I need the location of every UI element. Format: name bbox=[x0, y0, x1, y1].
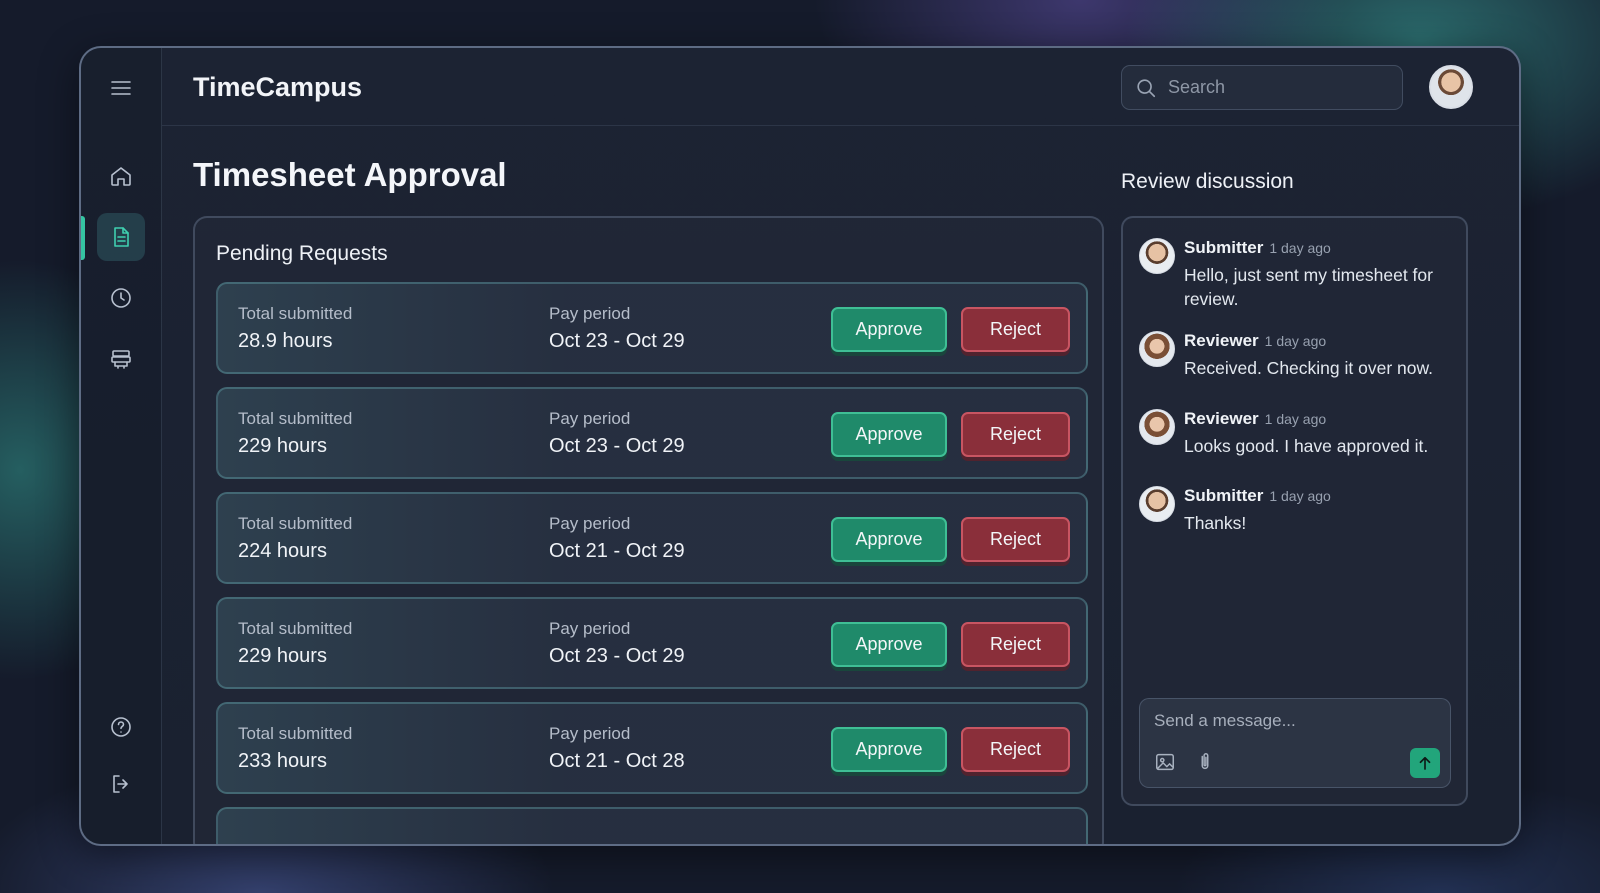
approve-button[interactable]: Approve bbox=[831, 727, 947, 772]
search-icon bbox=[1137, 78, 1156, 97]
reject-button[interactable]: Reject bbox=[961, 412, 1070, 457]
author-name: Reviewer bbox=[1184, 331, 1259, 350]
header: TimeCampus bbox=[162, 48, 1519, 126]
author-name: Reviewer bbox=[1184, 409, 1259, 428]
message-author: Reviewer 1 day ago bbox=[1184, 409, 1326, 429]
approve-button[interactable]: Approve bbox=[831, 412, 947, 457]
search-box[interactable] bbox=[1121, 65, 1403, 110]
request-card bbox=[216, 807, 1088, 844]
arrow-up-icon bbox=[1419, 756, 1431, 770]
sidebar bbox=[81, 48, 162, 844]
total-hours: 224 hours bbox=[238, 540, 327, 562]
active-indicator bbox=[81, 216, 85, 260]
pay-period-label: Pay period bbox=[549, 724, 631, 743]
approve-button[interactable]: Approve bbox=[831, 307, 947, 352]
document-icon bbox=[114, 227, 129, 247]
message-text: Hello, just sent my timesheet for review… bbox=[1184, 265, 1433, 309]
sidebar-item-timesheets[interactable] bbox=[97, 213, 145, 261]
reject-button[interactable]: Reject bbox=[961, 727, 1070, 772]
home-icon bbox=[111, 167, 131, 186]
discussion-title: Review discussion bbox=[1121, 170, 1294, 193]
author-name: Submitter bbox=[1184, 238, 1264, 257]
pay-period-label: Pay period bbox=[549, 409, 631, 428]
send-button[interactable] bbox=[1410, 748, 1440, 778]
clock-icon bbox=[111, 288, 131, 308]
total-submitted-label: Total submitted bbox=[238, 514, 353, 533]
pay-period-value: Oct 23 - Oct 29 bbox=[549, 435, 685, 457]
pay-period-label: Pay period bbox=[549, 304, 631, 323]
pay-period-value: Oct 23 - Oct 29 bbox=[549, 645, 685, 667]
request-card: Total submitted 229 hours Pay period Oct 23… bbox=[216, 387, 1088, 479]
message-time: 1 day ago bbox=[1269, 488, 1331, 504]
image-icon[interactable] bbox=[1154, 751, 1178, 775]
pending-requests-panel: Pending Requests Total submitted 28.9 hou… bbox=[193, 216, 1104, 844]
avatar bbox=[1139, 331, 1175, 367]
message-composer bbox=[1139, 698, 1451, 788]
message-text: Looks good. I have approved it. bbox=[1184, 436, 1429, 456]
message-time: 1 day ago bbox=[1264, 333, 1327, 349]
message-text: Received. Checking it over now. bbox=[1184, 358, 1434, 378]
reject-button[interactable]: Reject bbox=[961, 622, 1070, 667]
app-window: TimeCampus Timesheet Approval Pending Re… bbox=[79, 46, 1521, 846]
sidebar-item-home[interactable] bbox=[97, 152, 145, 200]
pay-period-value: Oct 21 - Oct 28 bbox=[549, 750, 685, 772]
message-time: 1 day ago bbox=[1264, 411, 1327, 427]
help-icon bbox=[111, 717, 131, 737]
total-submitted-label: Total submitted bbox=[238, 619, 353, 638]
pay-period-value: Oct 21 - Oct 29 bbox=[549, 540, 685, 562]
request-card: Total submitted 233 hours Pay period Oct 21… bbox=[216, 702, 1088, 794]
request-card: Total submitted 28.9 hours Pay period Oct 2… bbox=[216, 282, 1088, 374]
pay-period-value: Oct 23 - Oct 29 bbox=[549, 330, 685, 352]
total-hours: 28.9 hours bbox=[238, 330, 333, 352]
sidebar-item-help[interactable] bbox=[97, 703, 145, 751]
reject-button[interactable]: Reject bbox=[961, 517, 1070, 562]
author-name: Submitter bbox=[1184, 486, 1264, 505]
pay-period-label: Pay period bbox=[549, 514, 631, 533]
total-submitted-label: Total submitted bbox=[238, 304, 353, 323]
layers-icon bbox=[111, 350, 131, 369]
logout-icon bbox=[113, 775, 128, 793]
message-input[interactable] bbox=[1154, 711, 1434, 731]
avatar bbox=[1139, 238, 1175, 274]
message-author: Submitter 1 day ago bbox=[1184, 486, 1331, 506]
panel-title: Pending Requests bbox=[216, 242, 388, 265]
page-title: Timesheet Approval bbox=[193, 156, 507, 193]
approve-button[interactable]: Approve bbox=[831, 517, 947, 562]
avatar bbox=[1139, 486, 1175, 522]
sidebar-item-stack[interactable] bbox=[97, 335, 145, 383]
sidebar-item-logout[interactable] bbox=[97, 760, 145, 808]
avatar bbox=[1139, 409, 1175, 445]
pay-period-label: Pay period bbox=[549, 619, 631, 638]
app-title: TimeCampus bbox=[193, 72, 363, 102]
sidebar-item-time[interactable] bbox=[97, 274, 145, 322]
message-text: Thanks! bbox=[1184, 513, 1247, 533]
menu-icon[interactable] bbox=[97, 64, 145, 112]
discussion-panel: Submitter 1 day ago Hello, just sent my ti… bbox=[1121, 216, 1468, 806]
total-submitted-label: Total submitted bbox=[238, 724, 353, 743]
approve-button[interactable]: Approve bbox=[831, 622, 947, 667]
total-hours: 233 hours bbox=[238, 750, 327, 772]
total-hours: 229 hours bbox=[238, 435, 327, 457]
message-time: 1 day ago bbox=[1269, 240, 1331, 256]
request-card: Total submitted 224 hours Pay period Oct 21… bbox=[216, 492, 1088, 584]
attachment-icon[interactable] bbox=[1194, 751, 1218, 775]
message-author: Submitter 1 day ago bbox=[1184, 238, 1331, 258]
user-avatar[interactable] bbox=[1429, 65, 1473, 109]
total-submitted-label: Total submitted bbox=[238, 409, 353, 428]
reject-button[interactable]: Reject bbox=[961, 307, 1070, 352]
request-card: Total submitted 229 hours Pay period Oct 23… bbox=[216, 597, 1088, 689]
total-hours: 229 hours bbox=[238, 645, 327, 667]
message-author: Reviewer 1 day ago bbox=[1184, 331, 1326, 351]
search-input[interactable] bbox=[1168, 77, 1368, 98]
